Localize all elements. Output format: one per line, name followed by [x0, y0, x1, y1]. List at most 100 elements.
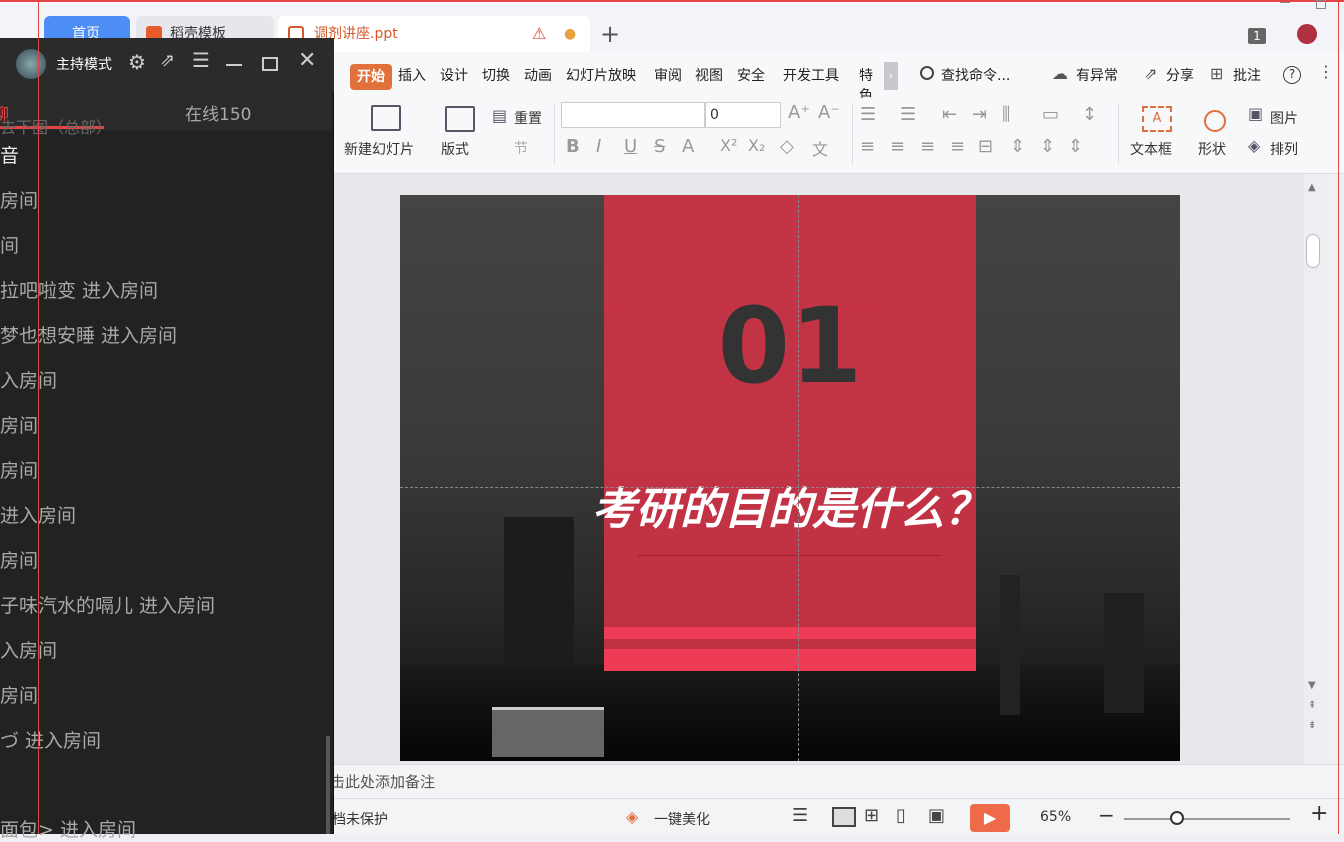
bullet-list-icon[interactable]: ☰ — [860, 104, 876, 125]
font-name-select[interactable] — [561, 102, 705, 128]
align-right-icon[interactable]: ≡ — [920, 136, 935, 157]
para-spacing2-icon[interactable]: ⇕ — [1040, 136, 1055, 157]
more-options-icon[interactable]: ⋮ — [1318, 62, 1334, 81]
zoom-in-icon[interactable]: + — [1310, 801, 1328, 826]
share-button[interactable]: 分享 — [1166, 66, 1194, 86]
new-slide-button[interactable]: 新建幻灯片 — [344, 139, 414, 159]
decrease-font-icon[interactable]: A⁻ — [818, 102, 840, 123]
align-center-icon[interactable]: ≡ — [890, 136, 905, 157]
host-title: 主持模式 — [56, 57, 112, 73]
tab-count-badge[interactable]: 1 — [1248, 28, 1266, 44]
abnormal-status[interactable]: 有异常 — [1076, 66, 1118, 86]
font-color-icon[interactable]: A — [682, 136, 694, 157]
chat-message: 音 — [0, 145, 20, 167]
new-slide-icon[interactable] — [371, 105, 401, 131]
minimize-icon[interactable] — [226, 64, 242, 66]
prev-page-icon[interactable]: ⇞ — [1308, 700, 1316, 711]
textbox-icon[interactable]: A — [1142, 106, 1172, 132]
vertical-scrollbar[interactable]: ▲ ▼ ⇞ ⇟ — [1304, 174, 1326, 764]
bold-icon[interactable]: B — [566, 136, 580, 157]
help-icon[interactable]: ? — [1283, 66, 1301, 84]
menu-item-security[interactable]: 安全 — [737, 66, 765, 86]
decrease-indent-icon[interactable]: ⇤ — [942, 104, 957, 125]
maximize-icon[interactable] — [262, 57, 278, 71]
zoom-out-icon[interactable]: − — [1098, 803, 1115, 827]
menu-item-developer[interactable]: 开发工具 — [783, 66, 839, 86]
normal-view-icon[interactable] — [832, 807, 856, 827]
shape-icon[interactable] — [1204, 110, 1226, 132]
notes-toggle-icon[interactable]: ☰ — [792, 805, 808, 826]
beautify-button[interactable]: 一键美化 — [654, 809, 710, 829]
numbered-list-icon[interactable]: ☰ — [900, 104, 916, 125]
italic-icon[interactable]: I — [596, 136, 601, 157]
warning-icon: ⚠ — [532, 24, 547, 43]
slide-number: 01 — [717, 285, 863, 407]
next-page-icon[interactable]: ⇟ — [1308, 720, 1316, 731]
settings-icon[interactable]: ⚙ — [128, 50, 146, 74]
menu-icon[interactable]: ☰ — [192, 48, 210, 72]
menu-item-review[interactable]: 审阅 — [654, 66, 682, 86]
close-icon[interactable]: ✕ — [298, 48, 316, 73]
scroll-down-icon[interactable]: ▼ — [1308, 680, 1316, 691]
menu-item-view[interactable]: 视图 — [695, 66, 723, 86]
increase-indent-icon[interactable]: ⇥ — [972, 104, 987, 125]
justify-icon[interactable]: ≡ — [950, 136, 965, 157]
window-restore-icon[interactable] — [1316, 0, 1326, 9]
align-text-icon[interactable]: ▭ — [1042, 104, 1059, 125]
scroll-up-icon[interactable]: ▲ — [1308, 182, 1316, 193]
sorter-view-icon[interactable]: ⊞ — [864, 805, 879, 826]
textbox-button[interactable]: 文本框 — [1130, 139, 1172, 159]
tab-online[interactable]: 在线150 — [185, 100, 251, 125]
text-effect-icon[interactable]: 文 — [812, 136, 828, 160]
menu-scroll-right-button[interactable]: › — [884, 62, 898, 90]
zoom-slider[interactable] — [1124, 818, 1290, 820]
new-tab-button[interactable]: + — [600, 22, 620, 46]
protect-status[interactable]: 档未保护 — [332, 809, 388, 829]
text-direction-icon[interactable]: ⫼ — [1002, 104, 1010, 125]
status-bar: 档未保护 ◈ 一键美化 ☰ ⊞ ▯ ▣ ▶ 65% − + — [332, 798, 1344, 834]
notes-placeholder: 击此处添加备注 — [330, 773, 436, 791]
superscript-icon[interactable]: X² — [720, 136, 737, 155]
subscript-icon[interactable]: X₂ — [748, 136, 765, 155]
section-button[interactable]: 节 — [514, 138, 528, 158]
menu-item-animation[interactable]: 动画 — [524, 66, 552, 86]
menu-item-slideshow[interactable]: 幻灯片放映 — [566, 66, 636, 86]
arrange-button[interactable]: 排列 — [1270, 139, 1298, 159]
record-icon[interactable]: ▣ — [928, 805, 945, 826]
reset-button[interactable]: 重置 — [514, 108, 542, 128]
underline-icon[interactable]: U — [624, 136, 637, 157]
font-size-select[interactable]: 0 — [705, 102, 781, 128]
para-spacing-icon[interactable]: ⇕ — [1010, 136, 1025, 157]
picture-button[interactable]: 图片 — [1270, 108, 1298, 128]
zoom-level[interactable]: 65% — [1040, 809, 1071, 825]
menu-item-insert[interactable]: 插入 — [398, 66, 426, 86]
align-left-icon[interactable]: ≡ — [860, 136, 875, 157]
strikethrough-icon[interactable]: S — [654, 136, 665, 157]
layout-button[interactable]: 版式 — [441, 139, 469, 159]
play-slideshow-button[interactable]: ▶ — [970, 804, 1010, 832]
clear-format-icon[interactable]: ◇ — [780, 136, 794, 157]
menu-item-home[interactable]: 开始 — [350, 64, 392, 90]
para-spacing3-icon[interactable]: ⇕ — [1068, 136, 1083, 157]
layout-icon[interactable] — [445, 106, 475, 132]
notes-pane[interactable]: 击此处添加备注 — [330, 764, 1344, 798]
distribute-icon[interactable]: ⊟ — [978, 136, 993, 157]
search-command[interactable]: 查找命令... — [941, 66, 1010, 86]
slide[interactable]: 01 考研的目的是什么？ — [400, 195, 1180, 761]
search-icon[interactable] — [920, 66, 934, 80]
window-minimize-icon[interactable] — [1280, 2, 1290, 3]
slide-title[interactable]: 考研的目的是什么？ — [550, 473, 1030, 537]
shape-button[interactable]: 形状 — [1198, 139, 1226, 159]
zoom-slider-thumb[interactable] — [1170, 811, 1184, 825]
menu-item-transition[interactable]: 切换 — [482, 66, 510, 86]
line-spacing-icon[interactable]: ↕ — [1082, 104, 1097, 125]
menu-item-design[interactable]: 设计 — [440, 66, 468, 86]
popout-icon[interactable]: ⇗ — [160, 50, 175, 71]
host-scrollbar[interactable] — [326, 736, 330, 834]
host-avatar[interactable] — [16, 49, 46, 79]
user-avatar[interactable] — [1297, 24, 1317, 44]
increase-font-icon[interactable]: A⁺ — [788, 102, 810, 123]
comment-button[interactable]: 批注 — [1233, 66, 1261, 86]
reading-view-icon[interactable]: ▯ — [896, 805, 906, 826]
scrollbar-thumb[interactable] — [1306, 234, 1320, 268]
